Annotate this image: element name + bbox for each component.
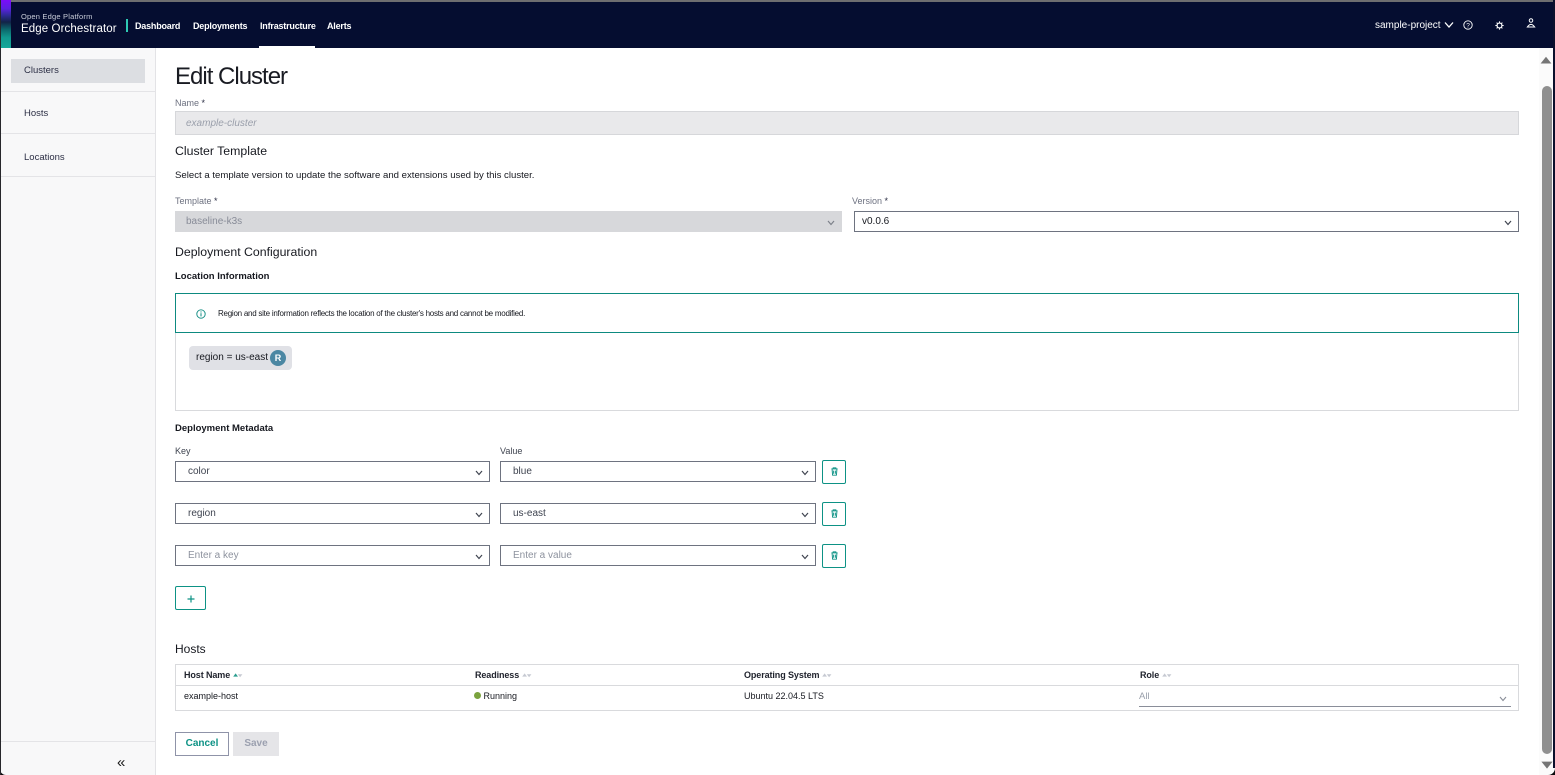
svg-text:?: ? [1466, 22, 1470, 29]
